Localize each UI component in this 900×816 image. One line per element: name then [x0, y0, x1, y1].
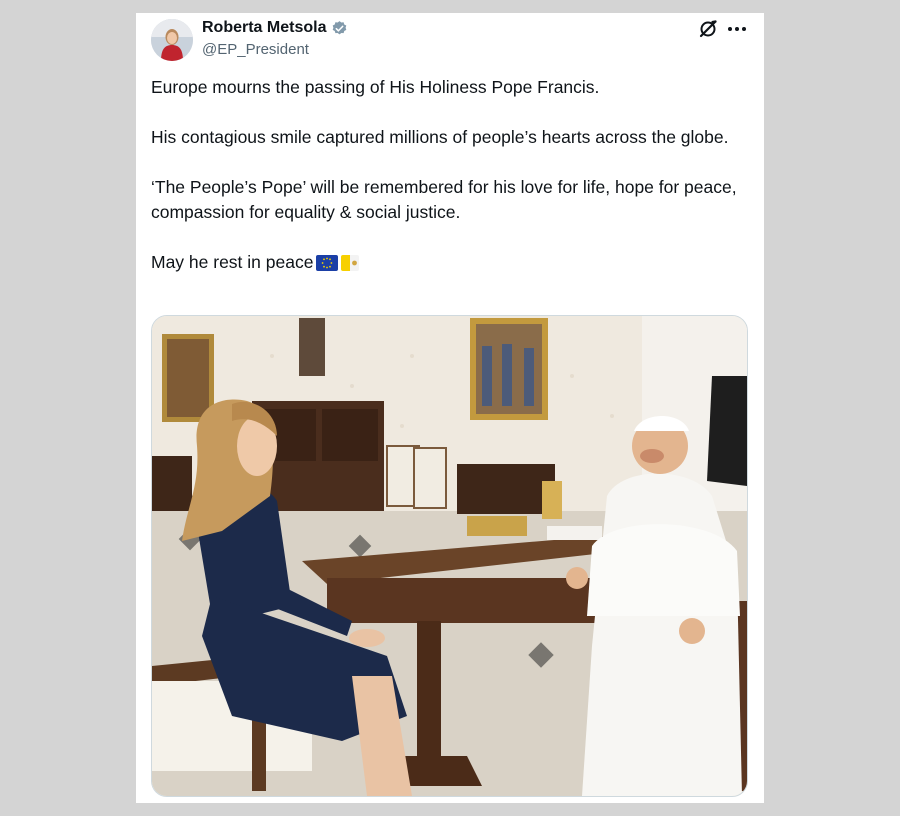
- tweet-paragraph: Europe mourns the passing of His Holines…: [151, 77, 600, 97]
- tweet-paragraph-last: May he rest in peace: [151, 250, 751, 278]
- more-options-icon[interactable]: [726, 19, 748, 39]
- tweet-text: Europe mourns the passing of His Holines…: [151, 75, 751, 278]
- tweet-paragraph: His contagious smile captured millions o…: [151, 127, 729, 147]
- author-display-name[interactable]: Roberta Metsola: [202, 19, 326, 37]
- tweet-paragraph: ‘The People’s Pope’ will be remembered f…: [151, 177, 737, 222]
- author-handle[interactable]: @EP_President: [202, 41, 309, 58]
- grok-icon[interactable]: [698, 19, 718, 39]
- verified-badge-icon: [331, 20, 348, 37]
- tweet-paragraph: May he rest in peace: [151, 252, 314, 272]
- eu-flag-icon: [316, 253, 339, 278]
- photo-scene: [152, 316, 747, 796]
- avatar[interactable]: [151, 19, 193, 61]
- vatican-flag-icon: [341, 253, 360, 278]
- tweet-photo[interactable]: [151, 315, 748, 797]
- tweet-card: Roberta Metsola @EP_President Europe mou…: [136, 13, 764, 803]
- author-name-row[interactable]: Roberta Metsola: [202, 19, 348, 37]
